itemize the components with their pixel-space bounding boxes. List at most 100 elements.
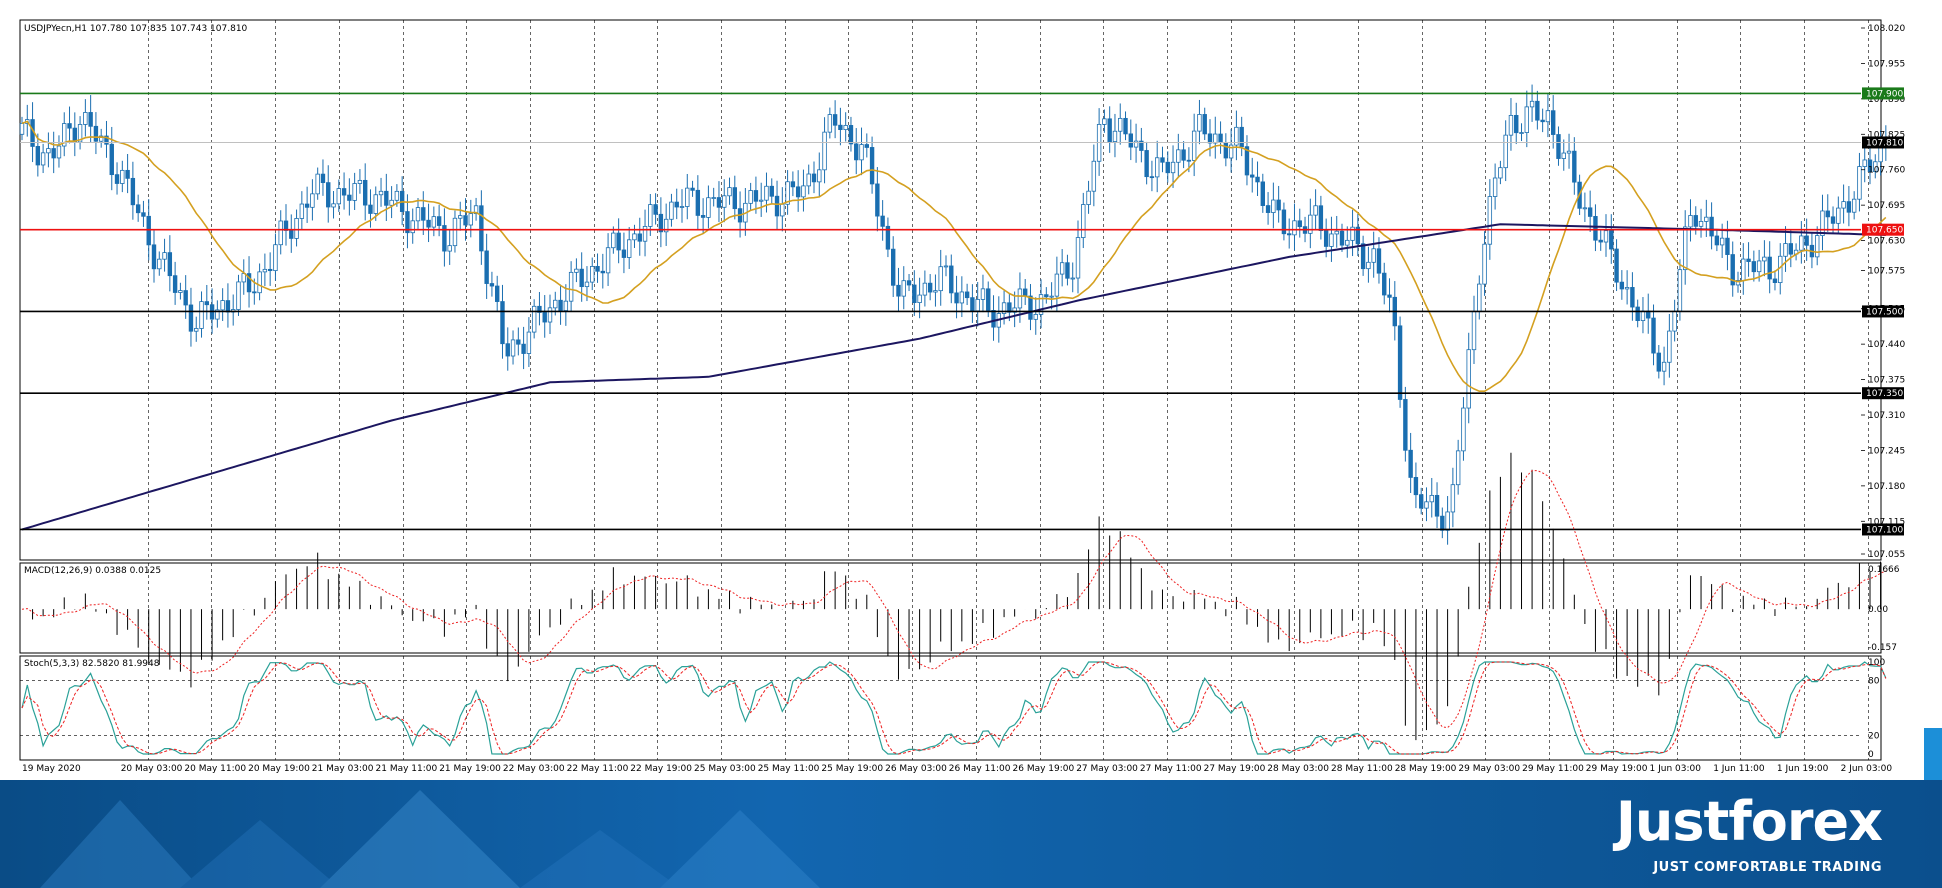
- candle-body: [542, 312, 547, 323]
- candle-body: [1815, 235, 1820, 258]
- candle-body: [1783, 243, 1788, 257]
- candle-body: [162, 252, 167, 260]
- candle-body: [516, 339, 521, 345]
- candle-body: [336, 188, 341, 205]
- candle-body: [1587, 207, 1593, 217]
- price-tick-label: 107.440: [1868, 340, 1905, 350]
- candle-body: [1213, 133, 1218, 144]
- candle-body: [970, 297, 975, 312]
- candle-body: [1619, 281, 1625, 290]
- candle-body: [1635, 306, 1640, 322]
- candle-body: [1598, 239, 1603, 243]
- candle-body: [1851, 198, 1857, 213]
- candle-body: [1044, 294, 1049, 298]
- candle-body: [1804, 235, 1809, 246]
- candle-body: [685, 187, 690, 207]
- candle-body: [51, 148, 56, 159]
- candle-body: [716, 197, 722, 208]
- candle-body: [642, 226, 648, 242]
- main-header: USDJPYecn,H1 107.780 107.835 107.743 107…: [24, 24, 248, 34]
- candle-body: [1382, 272, 1387, 296]
- candle-body: [864, 144, 869, 148]
- candle-body: [1387, 294, 1392, 298]
- candle-body: [732, 187, 737, 210]
- candle-body: [93, 125, 99, 142]
- candle-body: [949, 265, 954, 294]
- candle-body: [1846, 201, 1852, 213]
- macd-tick-label: 0.1666: [1868, 565, 1900, 575]
- candle-body: [1741, 258, 1746, 281]
- time-tick-label: 25 May 03:00: [694, 764, 756, 774]
- candle-body: [40, 152, 46, 166]
- candle-body: [1408, 449, 1413, 478]
- candle-body: [225, 300, 231, 313]
- banner-decoration: [40, 790, 820, 888]
- candle-body: [568, 271, 574, 302]
- time-tick-label: 1 Jun 11:00: [1713, 764, 1765, 774]
- candle-body: [373, 194, 378, 214]
- candle-body: [1075, 237, 1081, 279]
- candle-body: [183, 290, 188, 306]
- candle-body: [648, 204, 653, 227]
- candle-body: [679, 206, 685, 208]
- price-level-tag-label: 107.500: [1866, 307, 1903, 317]
- candle-body: [1609, 230, 1614, 250]
- candle-body: [1698, 221, 1704, 227]
- candle-body: [711, 197, 716, 199]
- candle-body: [1661, 361, 1667, 372]
- candle-body: [748, 190, 753, 204]
- candle-body: [1118, 117, 1123, 132]
- candle-body: [574, 268, 579, 273]
- candle-body: [452, 217, 458, 247]
- candle-body: [1556, 134, 1561, 159]
- candle-body: [1155, 157, 1160, 178]
- candle-body: [1413, 477, 1419, 496]
- time-tick-label: 29 May 03:00: [1458, 764, 1520, 774]
- candle-body: [590, 266, 595, 283]
- candle-body: [35, 146, 41, 166]
- candle-body: [421, 207, 426, 221]
- price-tick-label: 107.955: [1868, 59, 1905, 69]
- candle-body: [458, 215, 463, 219]
- time-tick-label: 21 May 03:00: [312, 764, 374, 774]
- candle-body: [46, 148, 51, 154]
- candle-body: [368, 204, 373, 214]
- candle-body: [817, 169, 822, 183]
- candle-body: [843, 125, 848, 131]
- candle-body: [157, 258, 162, 270]
- candle-body: [674, 201, 679, 208]
- time-tick-label: 22 May 11:00: [567, 764, 629, 774]
- candle-body: [1482, 243, 1487, 285]
- time-tick-label: 19 May 2020: [22, 764, 81, 774]
- candle-body: [1065, 262, 1070, 279]
- candle-body: [1492, 177, 1498, 197]
- candle-body: [579, 268, 584, 288]
- candle-body: [1054, 273, 1060, 297]
- candle-body: [1223, 142, 1229, 159]
- time-tick-label: 22 May 19:00: [630, 764, 692, 774]
- candle-body: [627, 239, 632, 258]
- candle-body: [436, 216, 442, 226]
- candle-body: [1503, 134, 1508, 169]
- candle-body: [326, 182, 331, 208]
- candle-body: [547, 307, 553, 323]
- candle-body: [278, 220, 283, 246]
- candle-body: [510, 339, 516, 357]
- time-tick-label: 27 May 11:00: [1140, 764, 1202, 774]
- candle-body: [1857, 166, 1862, 200]
- candle-body: [125, 169, 130, 179]
- candle-body: [331, 203, 336, 208]
- candle-body: [1419, 494, 1424, 509]
- candle-body: [1535, 100, 1540, 121]
- price-level-tag-label: 107.900: [1866, 89, 1903, 99]
- candle-body: [959, 291, 965, 304]
- candle-body: [1445, 511, 1450, 531]
- candle-body: [1582, 207, 1588, 210]
- candle-body: [1772, 278, 1778, 283]
- brand-tagline: JUST COMFORTABLE TRADING: [1653, 860, 1882, 875]
- candle-body: [204, 301, 209, 306]
- candle-body: [389, 199, 394, 206]
- time-tick-label: 21 May 19:00: [439, 764, 501, 774]
- price-tick-label: 107.180: [1868, 482, 1905, 492]
- candle-body: [1672, 310, 1677, 332]
